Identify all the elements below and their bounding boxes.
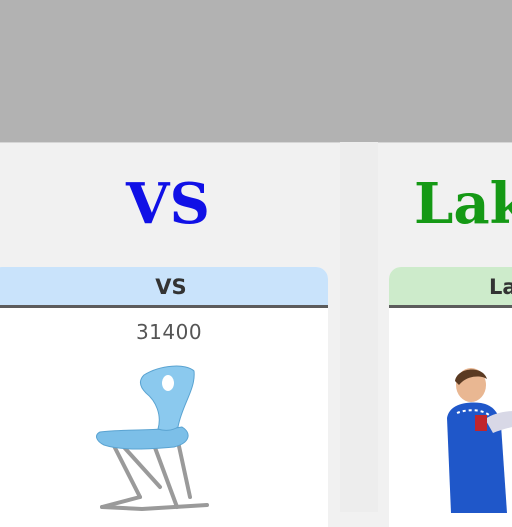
brand-title-vs: VS [126, 171, 210, 237]
child-in-blue-apron-image[interactable] [437, 363, 512, 523]
card-header-lak: La [389, 267, 512, 308]
top-banner-area [0, 0, 512, 143]
card-header-vs: VS [0, 267, 328, 308]
product-card-vs[interactable]: VS 31400 [0, 267, 328, 527]
card-header-label: VS [155, 275, 187, 299]
product-card-lak[interactable]: La [389, 267, 512, 527]
blue-chair-image[interactable] [82, 357, 232, 522]
product-price: 31400 [135, 320, 203, 344]
card-header-label: La [489, 275, 512, 299]
brand-title-lak: Lak [414, 171, 512, 237]
column-gutter [340, 142, 378, 512]
